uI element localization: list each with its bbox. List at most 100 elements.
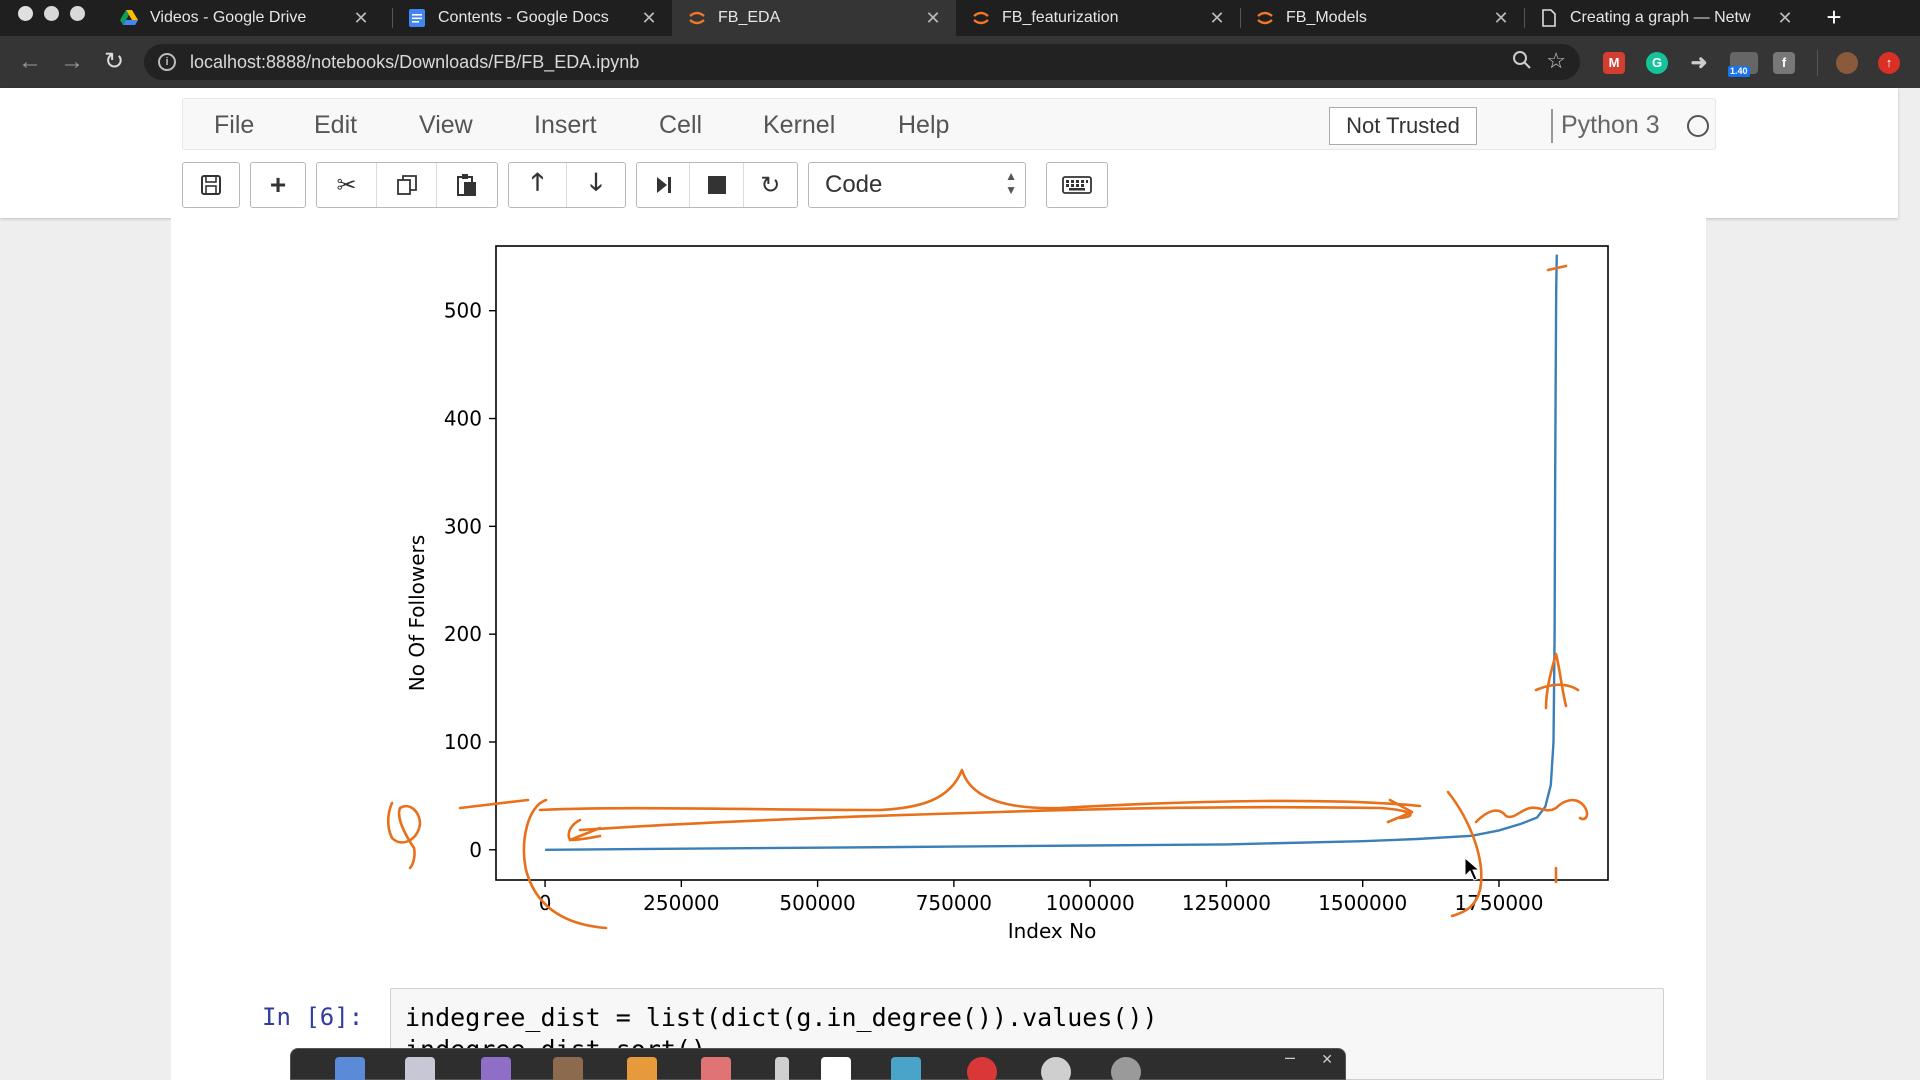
close-tab-icon[interactable]: ✕ [1774, 8, 1796, 29]
text-tool-icon[interactable] [891, 1057, 921, 1080]
command-palette-button[interactable] [1046, 162, 1108, 208]
tab-title: FB_Models [1286, 9, 1367, 26]
refresh-icon: ↻ [760, 171, 781, 199]
menu-view[interactable]: View [419, 99, 473, 151]
step-forward-icon [657, 177, 672, 193]
cell-type-select[interactable]: Code ▲ ▼ [808, 162, 1026, 208]
menu-cell[interactable]: Cell [659, 99, 702, 151]
save-icon [201, 175, 221, 195]
share-arrow-extension-icon[interactable]: ➜ [1688, 52, 1710, 74]
tab-fb-eda[interactable]: FB_EDA ✕ [672, 0, 956, 36]
code-line-1[interactable]: indegree_dist = list(dict(g.in_degree())… [405, 1003, 1158, 1032]
tab-title: FB_EDA [718, 9, 781, 26]
kernel-idle-indicator-icon [1687, 115, 1709, 137]
move-up-button[interactable]: 🡑 [509, 163, 568, 207]
paste-button[interactable] [437, 163, 497, 207]
toolbar-separator [1817, 50, 1818, 76]
back-arrow-icon[interactable]: ← [14, 46, 46, 78]
vpn-extension-icon[interactable]: 1.40 [1728, 52, 1758, 77]
stop-icon [707, 176, 726, 194]
jupyter-icon [972, 9, 990, 27]
new-tab-button[interactable]: + [1820, 4, 1848, 32]
notes-tool-icon[interactable] [405, 1057, 435, 1080]
copy-icon [396, 175, 417, 195]
arrow-up-icon: 🡑 [531, 168, 544, 196]
tab-fb-featurization[interactable]: FB_featurization ✕ [956, 0, 1240, 36]
close-tab-icon[interactable]: ✕ [1490, 8, 1512, 29]
close-dock-icon[interactable]: ✕ [1321, 1051, 1333, 1068]
tab-title: FB_featurization [1002, 9, 1119, 26]
tab-creating-a-graph[interactable]: Creating a graph — Netw ✕ [1524, 0, 1808, 36]
reload-icon[interactable]: ↻ [98, 46, 130, 78]
record-tool-icon[interactable] [967, 1057, 997, 1080]
insert-cell-button[interactable]: + [250, 162, 306, 208]
close-tab-icon[interactable]: ✕ [350, 8, 372, 29]
bookmark-star-icon[interactable]: ☆ [1546, 48, 1566, 74]
menu-kernel[interactable]: Kernel [763, 99, 835, 151]
move-down-button[interactable]: 🡓 [567, 163, 625, 207]
pencil-tool-icon[interactable] [627, 1057, 657, 1080]
jupyter-icon [688, 9, 706, 27]
highlighter-tool-icon[interactable] [481, 1057, 511, 1080]
run-cell-button[interactable] [637, 163, 691, 207]
restart-kernel-button[interactable]: ↻ [744, 163, 797, 207]
minimize-dock-icon[interactable]: – [1285, 1047, 1295, 1068]
cell-type-value: Code [825, 171, 883, 198]
close-window-button[interactable] [18, 6, 33, 21]
move-button-group: 🡑 🡓 [508, 162, 626, 208]
run-button-group: ↻ [636, 162, 798, 208]
jupyter-icon [1256, 9, 1274, 27]
update-icon[interactable]: ↑ [1878, 52, 1900, 74]
gmail-extension-icon[interactable]: M [1603, 52, 1625, 74]
scissors-icon: ✂ [336, 171, 357, 199]
close-tab-icon[interactable]: ✕ [638, 8, 660, 29]
menu-edit[interactable]: Edit [314, 99, 357, 151]
forward-arrow-icon[interactable]: → [56, 46, 88, 78]
keyboard-icon [1062, 176, 1092, 194]
menu-file[interactable]: File [214, 99, 254, 151]
arrow-tool-icon[interactable] [775, 1057, 789, 1080]
url-text[interactable]: localhost:8888/notebooks/Downloads/FB/FB… [190, 44, 639, 80]
notebook-container [171, 218, 1706, 1080]
extension-badge: 1.40 [1728, 66, 1750, 77]
spotlight-tool-icon[interactable] [1041, 1057, 1071, 1080]
close-tab-icon[interactable]: ✕ [1206, 8, 1228, 29]
tab-fb-models[interactable]: FB_Models ✕ [1240, 0, 1524, 36]
browser-toolbar: ← → ↻ i localhost:8888/notebooks/Downloa… [0, 36, 1920, 88]
tab-title: Creating a graph — Netw [1570, 9, 1751, 26]
settings-gear-icon[interactable] [1111, 1057, 1141, 1080]
copy-button[interactable] [377, 163, 437, 207]
pointer-tool-icon[interactable] [335, 1057, 365, 1080]
address-bar[interactable]: i localhost:8888/notebooks/Downloads/FB/… [144, 44, 1580, 80]
menu-help[interactable]: Help [898, 99, 949, 151]
jupyter-header: File Edit View Insert Cell Kernel Help N… [0, 88, 1898, 218]
not-trusted-button[interactable]: Not Trusted [1329, 107, 1477, 145]
save-button[interactable] [182, 162, 240, 208]
tab-contents-google-docs[interactable]: Contents - Google Docs ✕ [392, 0, 672, 36]
kernel-name: Python 3 [1561, 111, 1660, 139]
select-arrows-icon: ▲ ▼ [1005, 169, 1017, 197]
minimize-window-button[interactable] [44, 6, 59, 21]
site-info-icon[interactable]: i [158, 53, 176, 71]
cut-button[interactable]: ✂ [317, 163, 377, 207]
jupyter-menubar: File Edit View Insert Cell Kernel Help N… [182, 98, 1716, 150]
tab-videos-google-drive[interactable]: Videos - Google Drive ✕ [104, 0, 384, 36]
eraser-tool-icon[interactable] [701, 1057, 731, 1080]
maximize-window-button[interactable] [70, 6, 85, 21]
whiteboard-tool-icon[interactable] [821, 1057, 851, 1080]
profile-avatar[interactable] [1836, 52, 1858, 74]
tab-title: Videos - Google Drive [150, 9, 307, 26]
cell-prompt: In [6]: [262, 1003, 364, 1031]
edit-button-group: ✂ [316, 162, 498, 208]
google-docs-icon [408, 9, 426, 27]
facebook-extension-icon[interactable]: f [1773, 52, 1795, 74]
grammarly-extension-icon[interactable]: G [1646, 52, 1668, 74]
browser-tab-strip: Videos - Google Drive ✕ Contents - Googl… [0, 0, 1920, 36]
close-tab-icon[interactable]: ✕ [922, 8, 944, 29]
interrupt-kernel-button[interactable] [690, 163, 744, 207]
menu-insert[interactable]: Insert [534, 99, 597, 151]
stamp-tool-icon[interactable] [553, 1057, 583, 1080]
document-icon [1540, 9, 1558, 27]
zoom-icon[interactable] [1512, 50, 1532, 76]
tab-title: Contents - Google Docs [438, 9, 609, 26]
